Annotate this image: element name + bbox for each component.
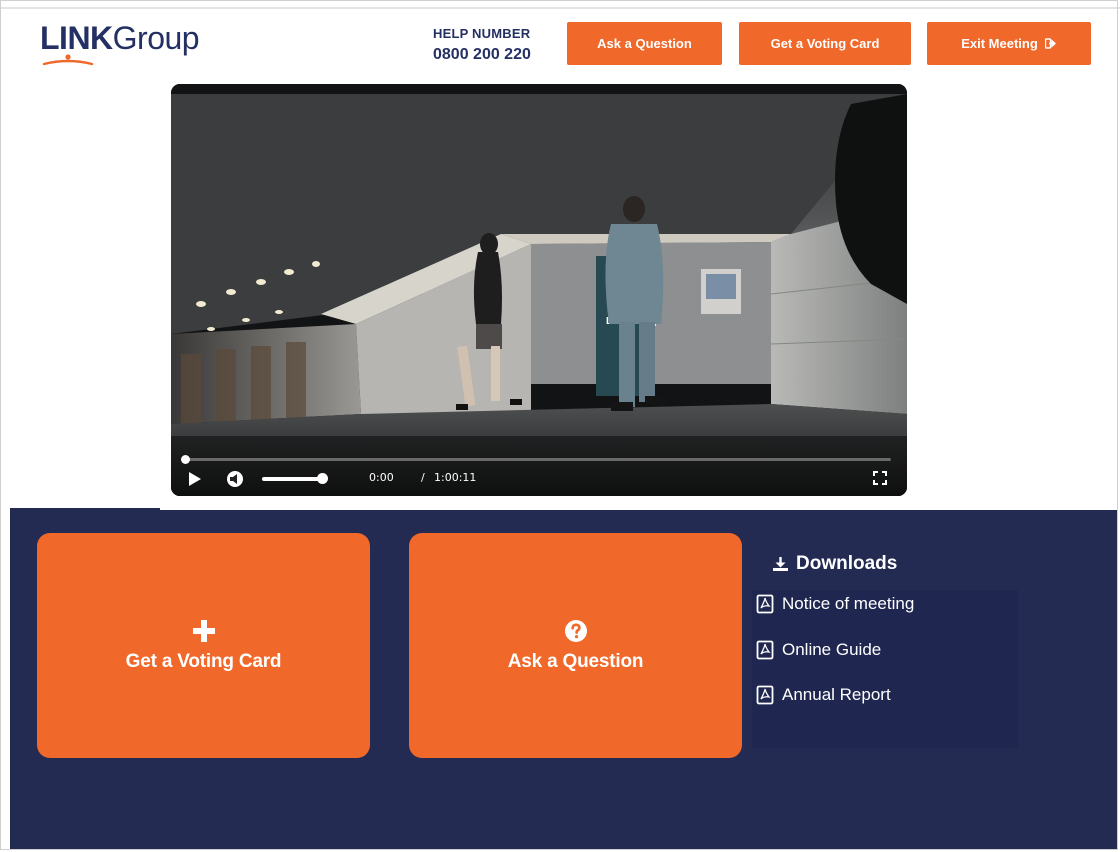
help-number-block: HELP NUMBER 0800 200 220 xyxy=(433,26,531,66)
downloads-heading: Downloads xyxy=(772,553,897,575)
ask-question-tile-label: Ask a Question xyxy=(507,650,644,672)
link-group-logo: LINKGroup xyxy=(40,20,240,68)
help-number-label: HELP NUMBER xyxy=(433,26,531,41)
fullscreen-icon[interactable] xyxy=(872,470,888,486)
question-circle-icon xyxy=(564,619,588,643)
volume-icon[interactable] xyxy=(225,469,245,489)
download-annual-report[interactable]: Annual Report xyxy=(756,685,891,705)
play-icon[interactable] xyxy=(187,470,203,488)
video-player[interactable]: LINK Group xyxy=(171,84,907,496)
video-current-time: 0:00 xyxy=(369,471,394,484)
help-number-value: 0800 200 220 xyxy=(433,46,531,63)
top-border xyxy=(0,0,1120,9)
download-online-guide[interactable]: Online Guide xyxy=(756,640,881,660)
logo-bold: LINK xyxy=(40,20,113,56)
download-item-label: Notice of meeting xyxy=(782,594,915,613)
volume-slider-handle[interactable] xyxy=(317,473,328,484)
video-progress-handle[interactable] xyxy=(181,455,190,464)
logo-light: Group xyxy=(112,20,200,56)
exit-meeting-label: Exit Meeting xyxy=(961,36,1038,51)
video-controls: 0:00 / 1:00:11 xyxy=(171,450,907,496)
pdf-file-icon xyxy=(756,594,774,614)
download-item-label: Online Guide xyxy=(782,640,882,659)
exit-meeting-button[interactable]: Exit Meeting xyxy=(927,22,1091,65)
pdf-file-icon xyxy=(756,640,774,660)
ask-question-button[interactable]: Ask a Question xyxy=(567,22,722,65)
video-frame-lobby-scene: LINK Group xyxy=(171,84,907,496)
video-progress-bar[interactable] xyxy=(184,458,891,461)
ask-question-label: Ask a Question xyxy=(597,36,692,51)
download-notice-of-meeting[interactable]: Notice of meeting xyxy=(756,594,914,614)
sign-out-icon xyxy=(1044,38,1057,49)
pdf-file-icon xyxy=(756,685,774,705)
get-voting-card-tile[interactable]: Get a Voting Card xyxy=(37,533,370,758)
logo-swoosh-icon xyxy=(42,54,94,66)
downloads-title: Downloads xyxy=(796,553,898,574)
ask-question-tile[interactable]: Ask a Question xyxy=(409,533,742,758)
volume-slider-track[interactable] xyxy=(262,477,324,481)
get-voting-card-label: Get a Voting Card xyxy=(770,36,880,51)
plus-icon xyxy=(192,619,215,643)
get-voting-card-button[interactable]: Get a Voting Card xyxy=(739,22,911,65)
download-item-label: Annual Report xyxy=(782,685,891,704)
get-voting-card-tile-label: Get a Voting Card xyxy=(125,650,282,672)
download-icon xyxy=(772,556,789,572)
video-time-separator: / xyxy=(421,471,425,484)
video-duration: 1:00:11 xyxy=(434,471,477,484)
